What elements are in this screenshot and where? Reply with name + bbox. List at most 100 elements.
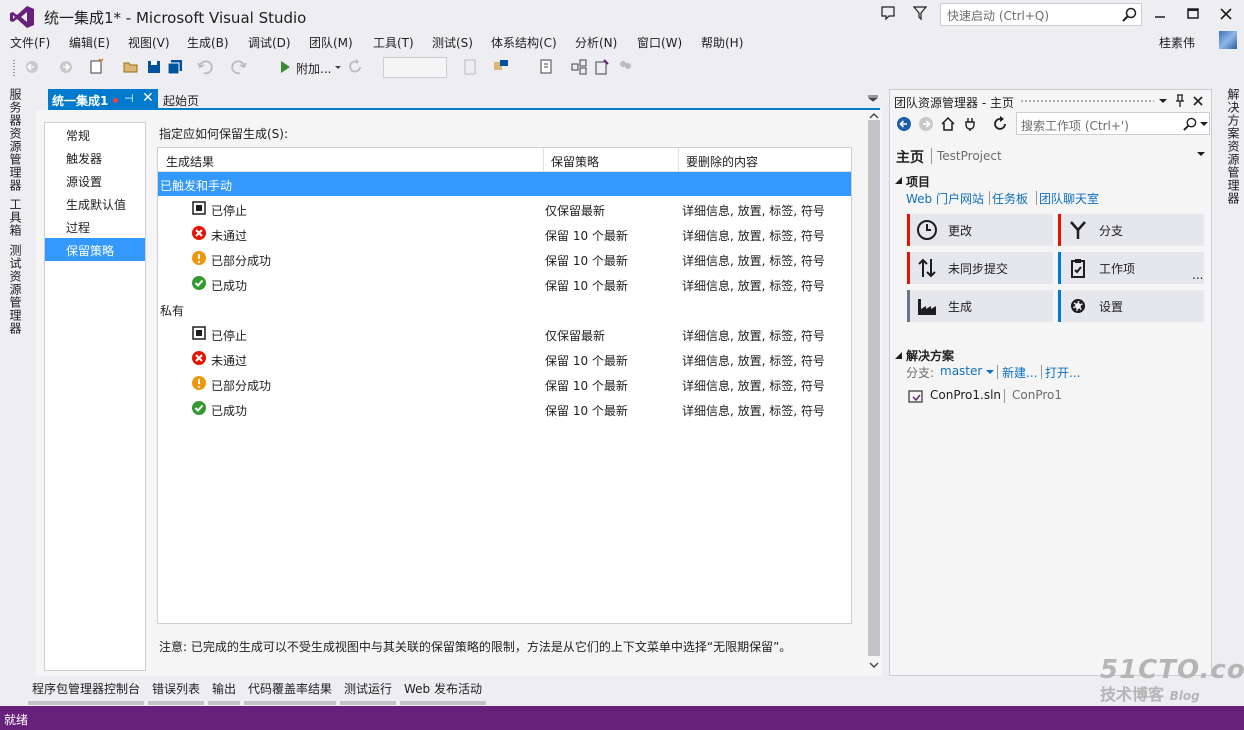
table-row[interactable]: 已部分成功 保留 10 个最新 详细信息, 放置, 标签, 符号 (158, 372, 851, 397)
editor-scrollbar[interactable] (866, 110, 882, 676)
close-icon[interactable]: ✕ (142, 90, 154, 106)
refresh-icon[interactable] (992, 116, 1008, 132)
menu-analyze[interactable]: 分析(N) (575, 34, 617, 51)
play-icon[interactable] (278, 58, 292, 76)
nav-trigger[interactable]: 触发器 (45, 146, 145, 169)
output-tab[interactable]: 输出 (208, 680, 241, 705)
team-icon[interactable] (616, 58, 634, 76)
row-delete[interactable]: 详细信息, 放置, 标签, 符号 (682, 252, 825, 269)
chevron-up-icon[interactable] (869, 112, 879, 120)
nav-build-defaults[interactable]: 生成默认值 (45, 192, 145, 215)
more-button[interactable]: ... (1192, 268, 1203, 282)
tab-start-page[interactable]: 起始页 (163, 92, 199, 109)
chevron-down-icon[interactable] (1200, 121, 1208, 127)
test-runs-tab[interactable]: 测试运行 (340, 680, 397, 705)
nav-source-settings[interactable]: 源设置 (45, 169, 145, 192)
group-row[interactable]: 私有 (158, 297, 851, 321)
menu-file[interactable]: 文件(F) (10, 34, 50, 51)
code-coverage-tab[interactable]: 代码覆盖率结果 (244, 680, 337, 705)
changes-tile[interactable]: 更改 (907, 214, 1053, 246)
web-portal-link[interactable]: Web 门户网站 (906, 190, 984, 207)
chevron-down-icon[interactable] (869, 661, 879, 669)
attach-button[interactable]: 附加... (296, 60, 331, 77)
menu-build[interactable]: 生成(B) (187, 34, 229, 51)
toolbox-tab[interactable]: 工具箱 (2, 198, 24, 237)
open-file-icon[interactable] (122, 58, 140, 76)
home-icon[interactable] (940, 116, 956, 132)
row-delete[interactable]: 详细信息, 放置, 标签, 符号 (682, 352, 825, 369)
table-row[interactable]: 已成功 保留 10 个最新 详细信息, 放置, 标签, 符号 (158, 397, 851, 422)
undo-icon[interactable] (196, 58, 214, 76)
close-icon[interactable] (1192, 95, 1204, 107)
back-icon[interactable] (896, 116, 912, 132)
nav-retention-policy[interactable]: 保留策略 (45, 238, 145, 261)
save-icon[interactable] (146, 58, 162, 76)
collapse-icon[interactable] (895, 177, 903, 185)
builds-tile[interactable]: 生成 (907, 290, 1053, 322)
collapse-icon[interactable] (895, 352, 903, 360)
menu-tools[interactable]: 工具(T) (373, 34, 414, 51)
user-name[interactable]: 桂素伟 (1159, 34, 1195, 51)
solution-name[interactable]: ConPro1.sln (930, 388, 1001, 402)
column-retention-policy[interactable]: 保留策略 (543, 151, 599, 171)
forward-icon[interactable] (918, 116, 934, 132)
panel-grip[interactable] (1020, 99, 1154, 103)
column-build-outcome[interactable]: 生成结果 (158, 151, 214, 171)
nav-process[interactable]: 过程 (45, 215, 145, 238)
minimize-button[interactable] (1150, 4, 1170, 24)
open-solution-link[interactable]: 打开... (1045, 364, 1080, 381)
work-item-search-input[interactable]: 搜索工作项 (Ctrl+') (1016, 112, 1210, 135)
filter-icon[interactable] (912, 5, 928, 21)
refresh-icon[interactable] (348, 58, 364, 76)
chevron-down-icon[interactable] (868, 94, 878, 102)
web-publish-activity-tab[interactable]: Web 发布活动 (400, 680, 486, 705)
back-icon[interactable] (24, 58, 40, 76)
find-icon[interactable] (492, 58, 510, 76)
pin-icon[interactable]: ⊣ (124, 92, 134, 105)
task-board-link[interactable]: 任务板 (992, 190, 1028, 207)
column-what-to-delete[interactable]: 要删除的内容 (678, 151, 758, 171)
table-row[interactable]: 未通过 保留 10 个最新 详细信息, 放置, 标签, 符号 (158, 347, 851, 372)
menu-debug[interactable]: 调试(D) (248, 34, 291, 51)
menu-team[interactable]: 团队(M) (309, 34, 353, 51)
search-icon[interactable] (1122, 7, 1137, 22)
row-policy[interactable]: 仅保留最新 (545, 202, 605, 219)
menu-help[interactable]: 帮助(H) (701, 34, 743, 51)
chevron-down-icon[interactable] (1196, 150, 1206, 158)
chevron-down-icon[interactable] (1158, 97, 1168, 105)
settings-tile[interactable]: 设置 (1058, 290, 1204, 322)
chevron-down-icon[interactable] (334, 58, 342, 76)
table-row[interactable]: 已成功 保留 10 个最新 详细信息, 放置, 标签, 符号 (158, 272, 851, 297)
branches-tile[interactable]: 分支 (1058, 214, 1204, 246)
row-policy[interactable]: 保留 10 个最新 (545, 377, 628, 394)
row-delete[interactable]: 详细信息, 放置, 标签, 符号 (682, 277, 825, 294)
row-delete[interactable]: 详细信息, 放置, 标签, 符号 (682, 327, 825, 344)
scrollbar-thumb[interactable] (868, 120, 880, 656)
row-delete[interactable]: 详细信息, 放置, 标签, 符号 (682, 227, 825, 244)
nav-general[interactable]: 常规 (45, 123, 145, 146)
row-policy[interactable]: 保留 10 个最新 (545, 352, 628, 369)
save-all-icon[interactable] (166, 58, 184, 76)
row-delete[interactable]: 详细信息, 放置, 标签, 符号 (682, 377, 825, 394)
error-list-tab[interactable]: 错误列表 (148, 680, 205, 705)
group-row[interactable]: 已触发和手动 (158, 172, 851, 196)
table-row[interactable]: 已停止 仅保留最新 详细信息, 放置, 标签, 符号 (158, 322, 851, 347)
connect-icon[interactable] (962, 116, 978, 132)
row-policy[interactable]: 保留 10 个最新 (545, 277, 628, 294)
row-delete[interactable]: 详细信息, 放置, 标签, 符号 (682, 202, 825, 219)
team-room-link[interactable]: 团队聊天室 (1039, 190, 1099, 207)
branch-selector[interactable]: master (940, 364, 982, 378)
package-manager-console-tab[interactable]: 程序包管理器控制台 (28, 680, 145, 705)
row-policy[interactable]: 保留 10 个最新 (545, 402, 628, 419)
maximize-button[interactable] (1183, 4, 1203, 24)
new-solution-link[interactable]: 新建... (1002, 364, 1037, 381)
row-policy[interactable]: 保留 10 个最新 (545, 252, 628, 269)
table-row[interactable]: 已部分成功 保留 10 个最新 详细信息, 放置, 标签, 符号 (158, 247, 851, 272)
table-row[interactable]: 已停止 仅保留最新 详细信息, 放置, 标签, 符号 (158, 197, 851, 222)
row-policy[interactable]: 仅保留最新 (545, 327, 605, 344)
chevron-down-icon[interactable] (986, 369, 994, 375)
menu-test[interactable]: 测试(S) (432, 34, 473, 51)
row-policy[interactable]: 保留 10 个最新 (545, 227, 628, 244)
class-view-icon[interactable] (570, 58, 588, 76)
table-row[interactable]: 未通过 保留 10 个最新 详细信息, 放置, 标签, 符号 (158, 222, 851, 247)
